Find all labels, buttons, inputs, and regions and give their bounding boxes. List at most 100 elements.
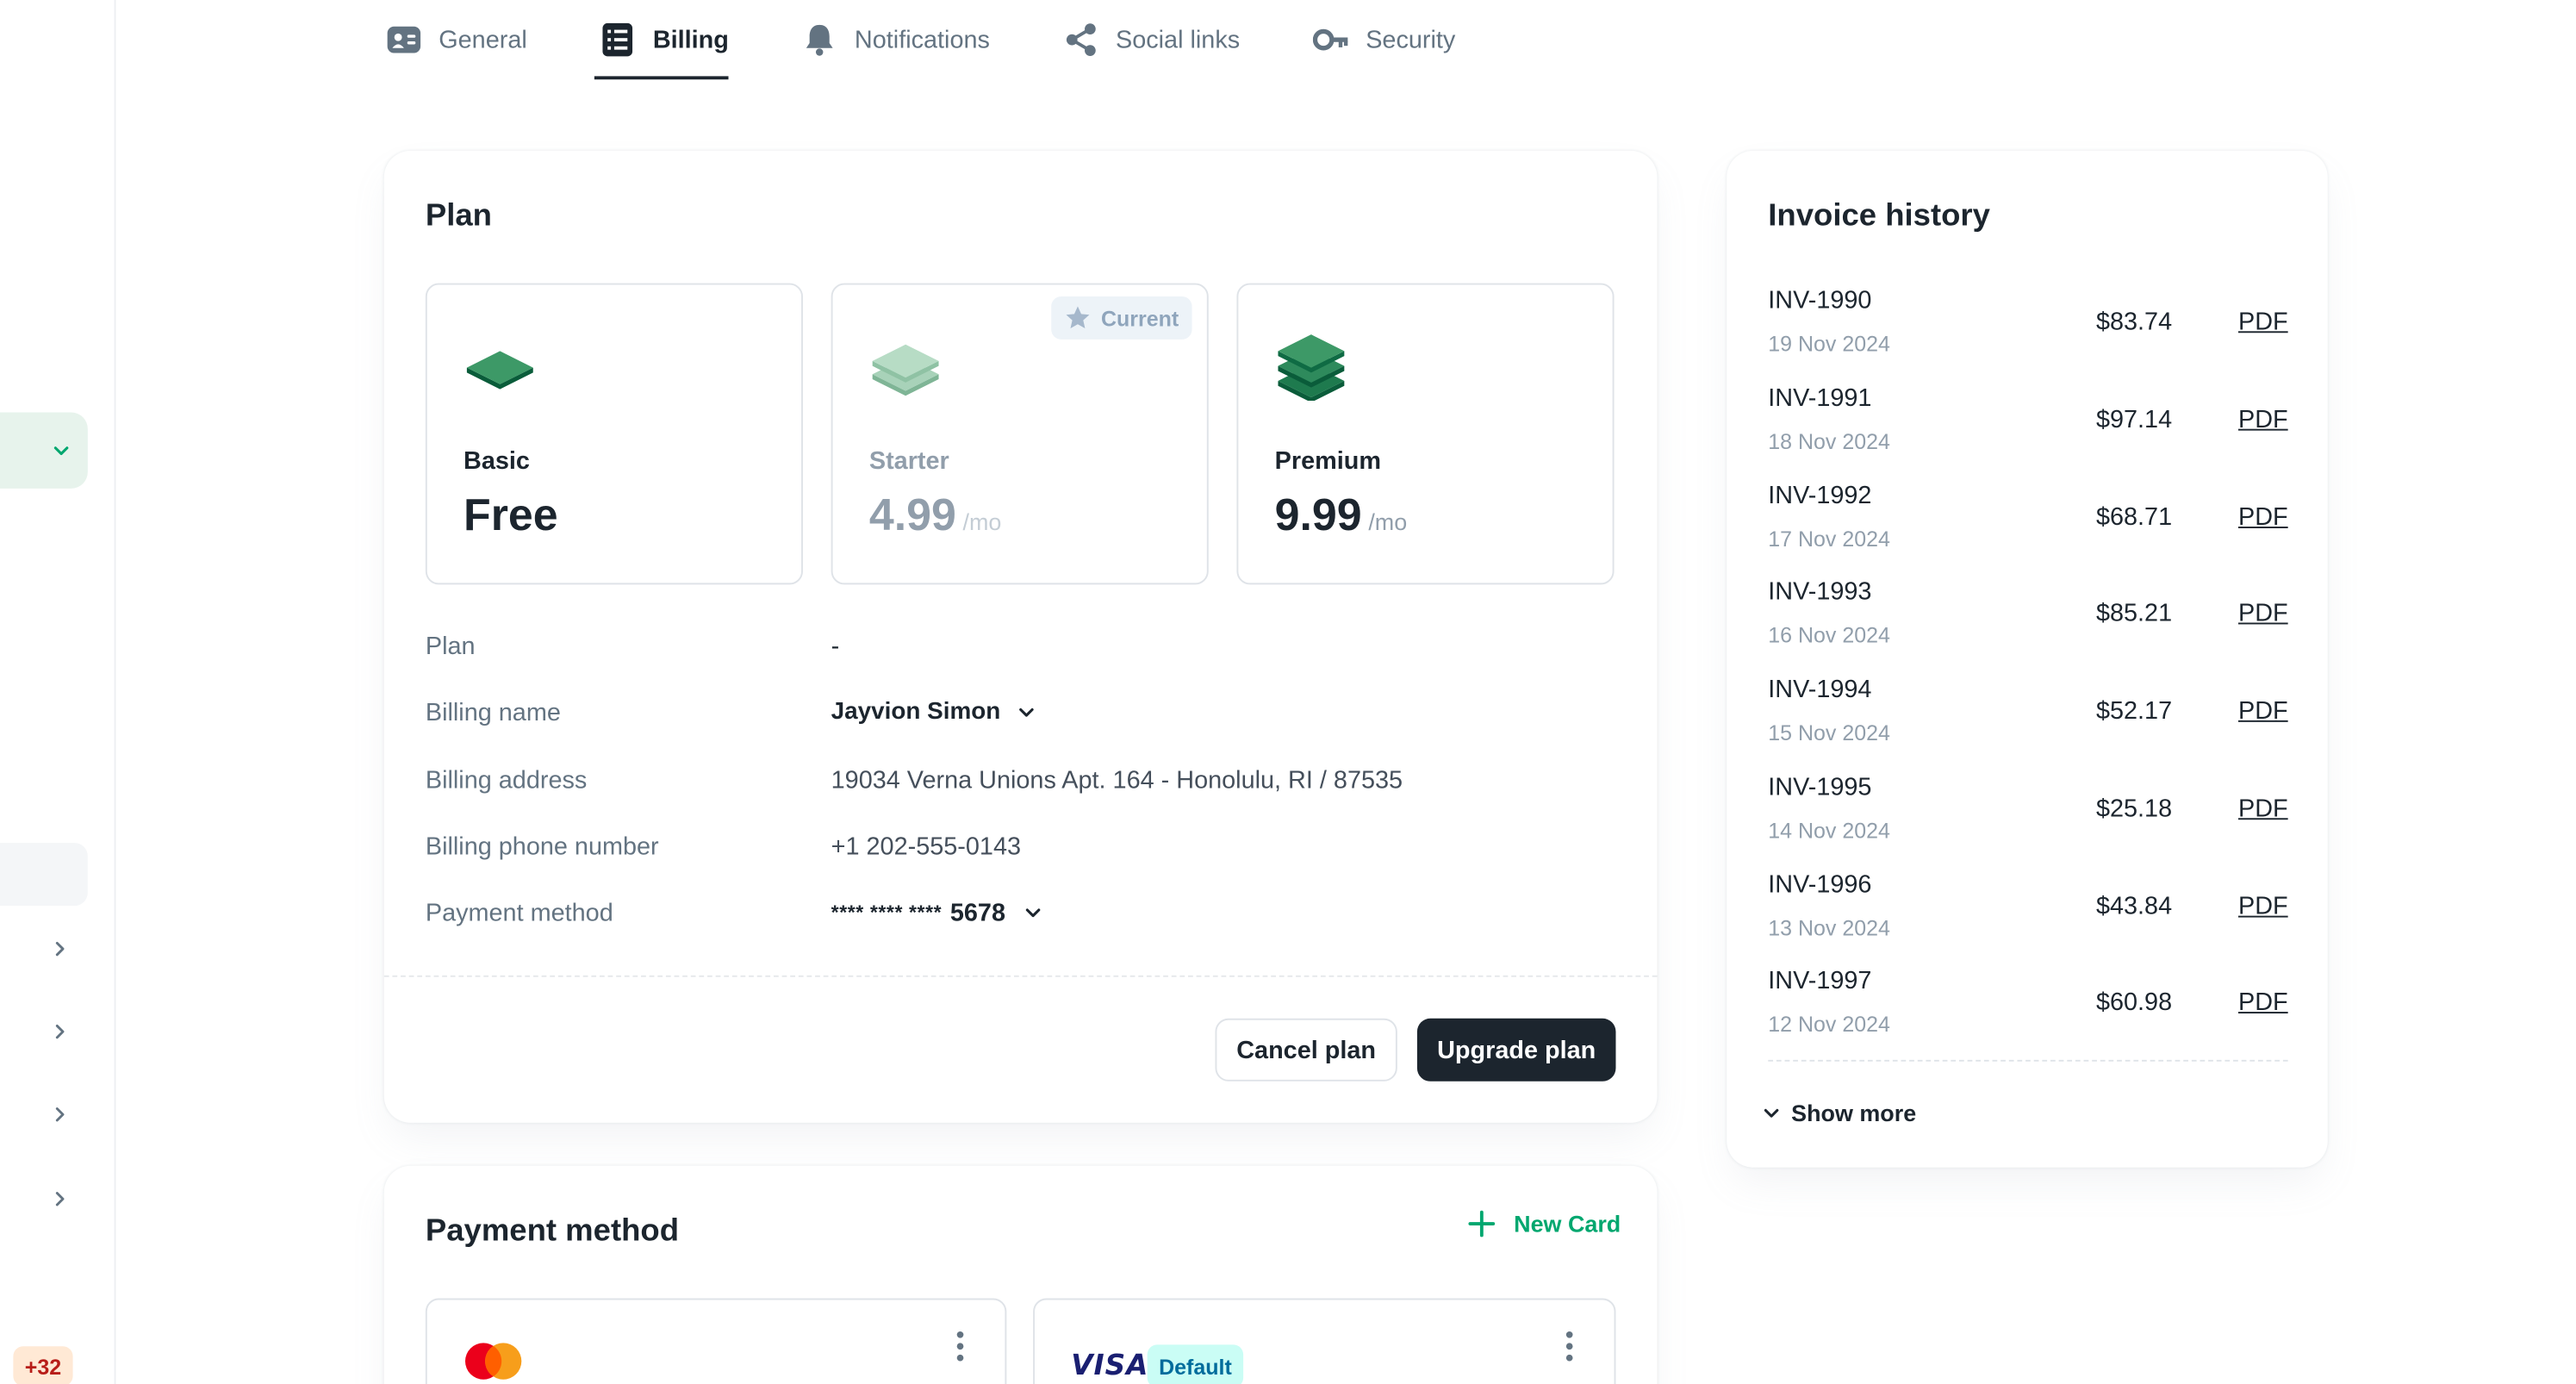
star-icon <box>1066 306 1090 329</box>
invoice-id: INV-1995 <box>1768 773 1872 802</box>
upgrade-plan-button[interactable]: Upgrade plan <box>1416 1018 1616 1082</box>
invoice-pdf-link[interactable]: PDF <box>2238 893 2288 921</box>
tab-general[interactable]: General <box>386 0 527 79</box>
plan-name: Premium <box>1274 446 1382 476</box>
card-last-four: 5678 <box>949 898 1005 927</box>
divider <box>1768 1059 2288 1062</box>
new-card-label: New Card <box>1514 1210 1621 1237</box>
chevron-right-icon <box>55 1107 65 1122</box>
billing-page: +32 General Billing Notifications Social… <box>0 0 2576 1384</box>
detail-value: +1 202-555-0143 <box>831 832 1022 861</box>
visa-logo: VISA <box>1071 1350 1149 1383</box>
plan-option-premium[interactable]: Premium 9.99 /mo <box>1236 283 1615 585</box>
payment-method-card: Payment method New Card mastercard VISA … <box>383 1165 1658 1384</box>
saved-card-visa[interactable]: VISA Default <box>1033 1298 1616 1384</box>
invoice-row: INV-1996 13 Nov 2024 $43.84 PDF <box>1768 871 2287 967</box>
more-options-icon[interactable] <box>1552 1330 1585 1362</box>
payment-method-title: Payment method <box>425 1213 680 1249</box>
invoice-pdf-link[interactable]: PDF <box>2238 503 2288 532</box>
more-options-icon[interactable] <box>943 1330 976 1362</box>
invoice-id: INV-1993 <box>1768 577 1872 607</box>
tab-label: General <box>439 25 527 54</box>
plan-option-starter[interactable]: Current Starter 4.99 /mo <box>831 283 1209 585</box>
detail-row-plan: Plan - <box>426 626 839 665</box>
key-icon <box>1312 22 1349 58</box>
new-card-button[interactable]: New Card <box>1467 1209 1621 1239</box>
sidebar-item-collapsed[interactable] <box>47 1101 73 1128</box>
plan-price-value: 4.99 <box>868 489 956 540</box>
settings-tabs: General Billing Notifications Social lin… <box>386 0 1528 83</box>
sidebar-item-collapsed[interactable] <box>47 1186 73 1213</box>
chevron-down-icon <box>1026 908 1041 918</box>
mastercard-logo: mastercard <box>465 1343 521 1384</box>
invoice-row: INV-1997 12 Nov 2024 $60.98 PDF <box>1768 967 2287 1063</box>
detail-label: Billing name <box>425 697 561 726</box>
invoice-row: INV-1995 14 Nov 2024 $25.18 PDF <box>1768 773 2287 869</box>
tab-label: Social links <box>1115 25 1241 54</box>
show-more-button[interactable]: Show more <box>1762 1100 1916 1126</box>
invoice-row: INV-1992 17 Nov 2024 $68.71 PDF <box>1768 482 2287 577</box>
sidebar-item-active[interactable] <box>0 412 88 489</box>
sidebar-item-collapsed[interactable] <box>47 1019 73 1045</box>
bell-icon <box>801 22 837 58</box>
invoice-pdf-link[interactable]: PDF <box>2238 697 2288 726</box>
current-plan-badge: Current <box>1051 296 1192 340</box>
layer-stack-icon <box>1278 334 1345 402</box>
invoice-pdf-link[interactable]: PDF <box>2238 795 2288 823</box>
invoice-amount: $68.71 <box>2095 503 2173 532</box>
invoice-amount: $52.17 <box>2095 696 2173 726</box>
billing-name-select[interactable]: Jayvion Simon <box>831 699 1037 726</box>
tab-security[interactable]: Security <box>1312 0 1456 79</box>
chevron-right-icon <box>55 1024 65 1039</box>
invoice-id: INV-1990 <box>1768 286 1872 315</box>
invoice-row: INV-1990 19 Nov 2024 $83.74 PDF <box>1768 286 2287 382</box>
chevron-down-icon <box>53 446 69 456</box>
plan-price: 9.99 /mo <box>1275 490 1408 542</box>
billing-name-value: Jayvion Simon <box>831 698 1001 726</box>
layer-stack-icon <box>466 351 533 390</box>
payment-method-select[interactable]: **** **** **** 5678 <box>831 898 1044 926</box>
plan-option-basic[interactable]: Basic Free <box>425 283 803 585</box>
invoice-id: INV-1996 <box>1768 870 1872 900</box>
tab-billing[interactable]: Billing <box>594 0 729 80</box>
id-card-icon <box>386 22 422 58</box>
tab-notifications[interactable]: Notifications <box>801 0 990 79</box>
invoice-pdf-link[interactable]: PDF <box>2238 406 2288 434</box>
tab-social-links[interactable]: Social links <box>1062 0 1240 79</box>
sidebar-item-collapsed[interactable] <box>47 936 73 963</box>
invoice-id: INV-1994 <box>1768 676 1872 704</box>
sidebar-rail: +32 <box>0 0 116 1384</box>
invoice-pdf-link[interactable]: PDF <box>2238 308 2288 336</box>
cancel-plan-button[interactable]: Cancel plan <box>1215 1018 1397 1082</box>
invoice-row: INV-1991 18 Nov 2024 $97.14 PDF <box>1768 384 2287 480</box>
plus-icon <box>1469 1210 1496 1237</box>
sidebar-item-highlight[interactable] <box>0 843 88 907</box>
plan-price-value: 9.99 <box>1274 489 1362 540</box>
chevron-right-icon <box>55 1192 65 1206</box>
invoice-pdf-link[interactable]: PDF <box>2238 988 2288 1017</box>
card-number-mask: **** **** **** <box>831 901 943 925</box>
detail-row-billing-name: Billing name Jayvion Simon <box>426 692 1037 732</box>
invoice-id: INV-1992 <box>1768 482 1872 510</box>
saved-card-mastercard[interactable]: mastercard <box>425 1298 1007 1384</box>
tab-label: Security <box>1366 25 1456 54</box>
chevron-down-icon <box>1764 1108 1779 1118</box>
detail-label: Plan <box>425 632 476 660</box>
detail-row-billing-address: Billing address 19034 Verna Unions Apt. … <box>426 760 1403 800</box>
plan-price: Free <box>464 490 558 542</box>
invoice-date: 15 Nov 2024 <box>1768 720 1890 745</box>
tab-label: Billing <box>652 25 729 54</box>
invoice-date: 12 Nov 2024 <box>1768 1012 1890 1037</box>
chevron-down-icon <box>1019 708 1035 717</box>
plan-price-value: Free <box>464 489 558 540</box>
invoice-row: INV-1994 15 Nov 2024 $52.17 PDF <box>1768 676 2287 771</box>
share-icon <box>1062 22 1098 58</box>
default-card-badge: Default <box>1147 1344 1244 1384</box>
invoice-id: INV-1997 <box>1768 967 1872 995</box>
invoice-pdf-link[interactable]: PDF <box>2238 600 2288 628</box>
detail-label: Billing phone number <box>425 832 659 861</box>
detail-value: - <box>831 632 840 660</box>
plan-price: 4.99 /mo <box>869 490 1002 542</box>
invoice-date: 17 Nov 2024 <box>1768 527 1890 552</box>
invoice-amount: $83.74 <box>2095 308 2173 337</box>
